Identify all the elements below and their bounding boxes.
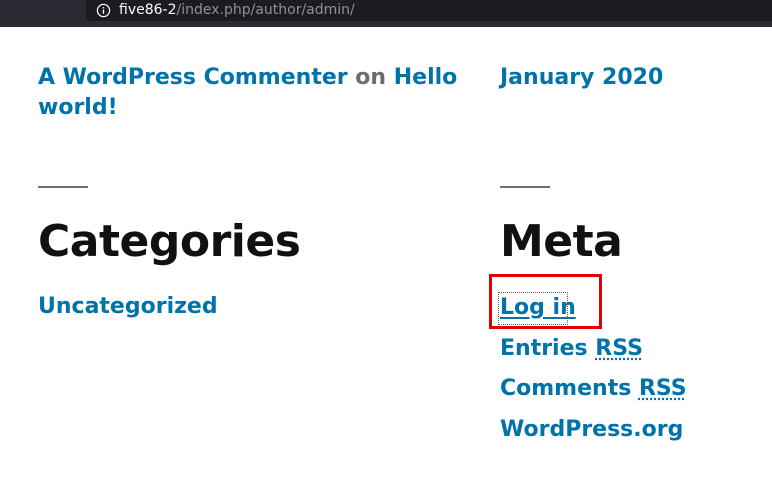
entries-rss-label: Entries xyxy=(500,336,588,361)
info-circle-icon[interactable] xyxy=(96,3,111,18)
categories-separator xyxy=(38,186,88,188)
page-content: A WordPress Commenter on Hello world! Ja… xyxy=(0,27,772,479)
login-link[interactable]: Log in xyxy=(500,293,576,323)
entries-rss-link[interactable]: Entries RSS xyxy=(500,334,643,364)
archive-link[interactable]: January 2020 xyxy=(500,63,663,93)
browser-address-bar: five86-2/index.php/author/admin/ xyxy=(0,0,772,27)
comment-on-word: on xyxy=(355,65,387,90)
url-text[interactable]: five86-2/index.php/author/admin/ xyxy=(119,2,355,19)
meta-separator xyxy=(500,186,550,188)
recent-comment: A WordPress Commenter on Hello world! xyxy=(38,63,458,123)
url-path: /index.php/author/admin/ xyxy=(176,2,355,18)
comments-rss-label: Comments xyxy=(500,376,632,401)
wordpress-org-link[interactable]: WordPress.org xyxy=(500,415,683,445)
category-link-uncategorized[interactable]: Uncategorized xyxy=(38,292,218,322)
meta-title: Meta xyxy=(500,216,623,267)
categories-title: Categories xyxy=(38,216,301,267)
url-host: five86-2 xyxy=(119,2,177,18)
comment-author-link[interactable]: A WordPress Commenter xyxy=(38,65,348,90)
comments-rss-link[interactable]: Comments RSS xyxy=(500,374,687,404)
entries-rss-abbr: RSS xyxy=(595,336,643,361)
comments-rss-abbr: RSS xyxy=(638,376,687,401)
